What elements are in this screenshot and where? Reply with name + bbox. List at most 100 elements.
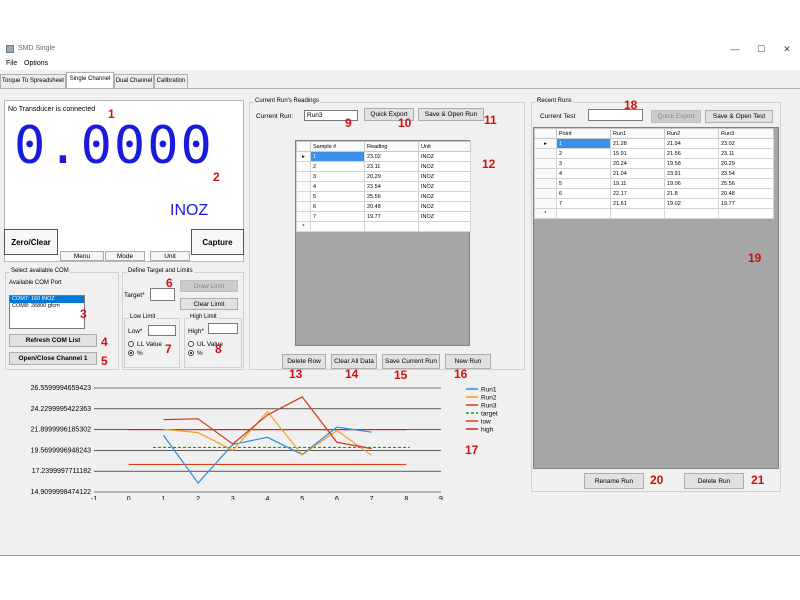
open-close-channel-button[interactable]: Open/Close Channel 1 <box>9 352 97 365</box>
cell[interactable]: 19.02 <box>664 198 719 209</box>
table-row[interactable]: 2 15.91 21.56 23.11 <box>534 148 774 159</box>
cell[interactable]: 23.11 <box>718 148 774 159</box>
cell[interactable]: 2 <box>310 161 365 172</box>
cell[interactable] <box>664 208 719 219</box>
zero-clear-button[interactable]: Zero/Clear <box>4 229 58 255</box>
cell[interactable] <box>310 221 365 232</box>
cell[interactable]: 20.29 <box>364 171 419 182</box>
table-row[interactable]: 6 22.17 21.8 20.48 <box>534 188 774 199</box>
current-readings-grid[interactable]: Sample # Reading Unit ▸ 1 23.02 INOZ 2 23.11… <box>295 140 471 346</box>
cell[interactable]: 20.48 <box>364 201 419 212</box>
mode-button[interactable]: Mode <box>105 251 145 261</box>
cell[interactable]: 23.02 <box>364 151 419 162</box>
cell[interactable]: 5 <box>556 178 611 189</box>
cell[interactable]: 4 <box>556 168 611 179</box>
cell[interactable]: 1 <box>310 151 365 162</box>
header-sample[interactable]: Sample # <box>310 141 365 152</box>
cell[interactable]: 23.54 <box>364 181 419 192</box>
cell[interactable]: 21.04 <box>610 168 665 179</box>
cell[interactable]: 19.77 <box>718 198 774 209</box>
tab-calibration[interactable]: Calibration <box>154 74 188 88</box>
cell[interactable]: 23.11 <box>364 161 419 172</box>
cell[interactable]: INOZ <box>418 151 471 162</box>
header-reading[interactable]: Reading <box>364 141 419 152</box>
ll-value-radio[interactable] <box>128 341 134 347</box>
cell[interactable]: 22.17 <box>610 188 665 199</box>
close-button[interactable]: ✕ <box>776 43 798 55</box>
cell[interactable]: 2 <box>556 148 611 159</box>
cell[interactable]: 6 <box>310 201 365 212</box>
cell[interactable]: 21.56 <box>664 148 719 159</box>
header-run3[interactable]: Run3 <box>718 128 774 139</box>
tab-single-channel[interactable]: Single Channel <box>66 72 114 88</box>
cell[interactable]: 7 <box>310 211 365 222</box>
clear-limit-button[interactable]: Clear Limit <box>180 298 238 310</box>
cell[interactable]: INOZ <box>418 171 471 182</box>
refresh-com-button[interactable]: Refresh COM List <box>9 334 97 347</box>
cell[interactable]: INOZ <box>418 201 471 212</box>
table-row[interactable]: 7 19.77 INOZ <box>296 211 471 222</box>
low-percent-radio[interactable] <box>128 350 134 356</box>
new-row[interactable]: * <box>534 208 774 219</box>
table-row[interactable]: 7 21.61 19.02 19.77 <box>534 198 774 209</box>
header-run2[interactable]: Run2 <box>664 128 719 139</box>
com-port-list[interactable]: COM7: 160 INOZ COM8: 28800 gfcm <box>9 295 85 329</box>
cell[interactable]: INOZ <box>418 211 471 222</box>
cell[interactable]: INOZ <box>418 181 471 192</box>
save-open-test-button[interactable]: Save & Open Test <box>705 110 773 123</box>
cell[interactable]: 20.24 <box>610 158 665 169</box>
cell[interactable]: 20.48 <box>718 188 774 199</box>
table-row[interactable]: 5 25.56 INOZ <box>296 191 471 202</box>
cell[interactable]: 23.91 <box>664 168 719 179</box>
cell[interactable]: 7 <box>556 198 611 209</box>
cell[interactable]: 21.28 <box>610 138 665 149</box>
maximize-button[interactable]: ☐ <box>750 43 772 55</box>
cell[interactable]: 3 <box>556 158 611 169</box>
cell[interactable]: 19.11 <box>610 178 665 189</box>
table-row[interactable]: 3 20.29 INOZ <box>296 171 471 182</box>
new-run-button[interactable]: New Run <box>445 354 491 369</box>
table-row[interactable]: ▸ 1 23.02 INOZ <box>296 151 471 162</box>
cell[interactable]: 1 <box>556 138 611 149</box>
cell[interactable] <box>364 221 419 232</box>
cell[interactable] <box>418 221 471 232</box>
menu-file[interactable]: File <box>6 60 17 67</box>
table-row[interactable]: 3 20.24 19.58 20.29 <box>534 158 774 169</box>
cell[interactable]: INOZ <box>418 161 471 172</box>
save-current-run-button[interactable]: Save Current Run <box>382 354 440 369</box>
draw-limit-button[interactable]: Draw Limit <box>180 280 238 292</box>
cell[interactable]: 19.06 <box>664 178 719 189</box>
cell[interactable] <box>610 208 665 219</box>
table-row[interactable]: 4 21.04 23.91 23.54 <box>534 168 774 179</box>
quick-export-test-button[interactable]: Quick Export <box>651 110 701 123</box>
new-row[interactable]: * <box>296 221 471 232</box>
cell[interactable]: 25.56 <box>364 191 419 202</box>
unit-button[interactable]: Unit <box>150 251 190 261</box>
cell[interactable] <box>718 208 774 219</box>
tab-torque-to-spreadsheet[interactable]: Torque To Spreadsheet <box>0 74 66 88</box>
ul-value-radio[interactable] <box>188 341 194 347</box>
tab-dual-channel[interactable]: Dual Channel <box>114 74 154 88</box>
cell[interactable]: 6 <box>556 188 611 199</box>
cell[interactable]: 5 <box>310 191 365 202</box>
com-port-item[interactable]: COM8: 28800 gfcm <box>10 303 84 310</box>
menu-button[interactable]: Menu <box>60 251 104 261</box>
header-run1[interactable]: Run1 <box>610 128 665 139</box>
delete-run-button[interactable]: Delete Run <box>684 473 744 489</box>
table-row[interactable]: 2 23.11 INOZ <box>296 161 471 172</box>
high-percent-radio[interactable] <box>188 350 194 356</box>
save-open-run-button[interactable]: Save & Open Run <box>418 108 484 121</box>
table-row[interactable]: 4 23.54 INOZ <box>296 181 471 192</box>
capture-button[interactable]: Capture <box>191 229 244 255</box>
cell[interactable]: 3 <box>310 171 365 182</box>
menu-options[interactable]: Options <box>24 60 48 67</box>
cell[interactable]: 4 <box>310 181 365 192</box>
low-input[interactable] <box>148 325 176 336</box>
cell[interactable]: 19.58 <box>664 158 719 169</box>
cell[interactable] <box>556 208 611 219</box>
recent-runs-grid[interactable]: Point Run1 Run2 Run3 ▸ 1 21.28 21.94 23.02 2… <box>533 127 779 469</box>
cell[interactable]: INOZ <box>418 191 471 202</box>
cell[interactable]: 19.77 <box>364 211 419 222</box>
cell[interactable]: 25.56 <box>718 178 774 189</box>
cell[interactable]: 23.02 <box>718 138 774 149</box>
